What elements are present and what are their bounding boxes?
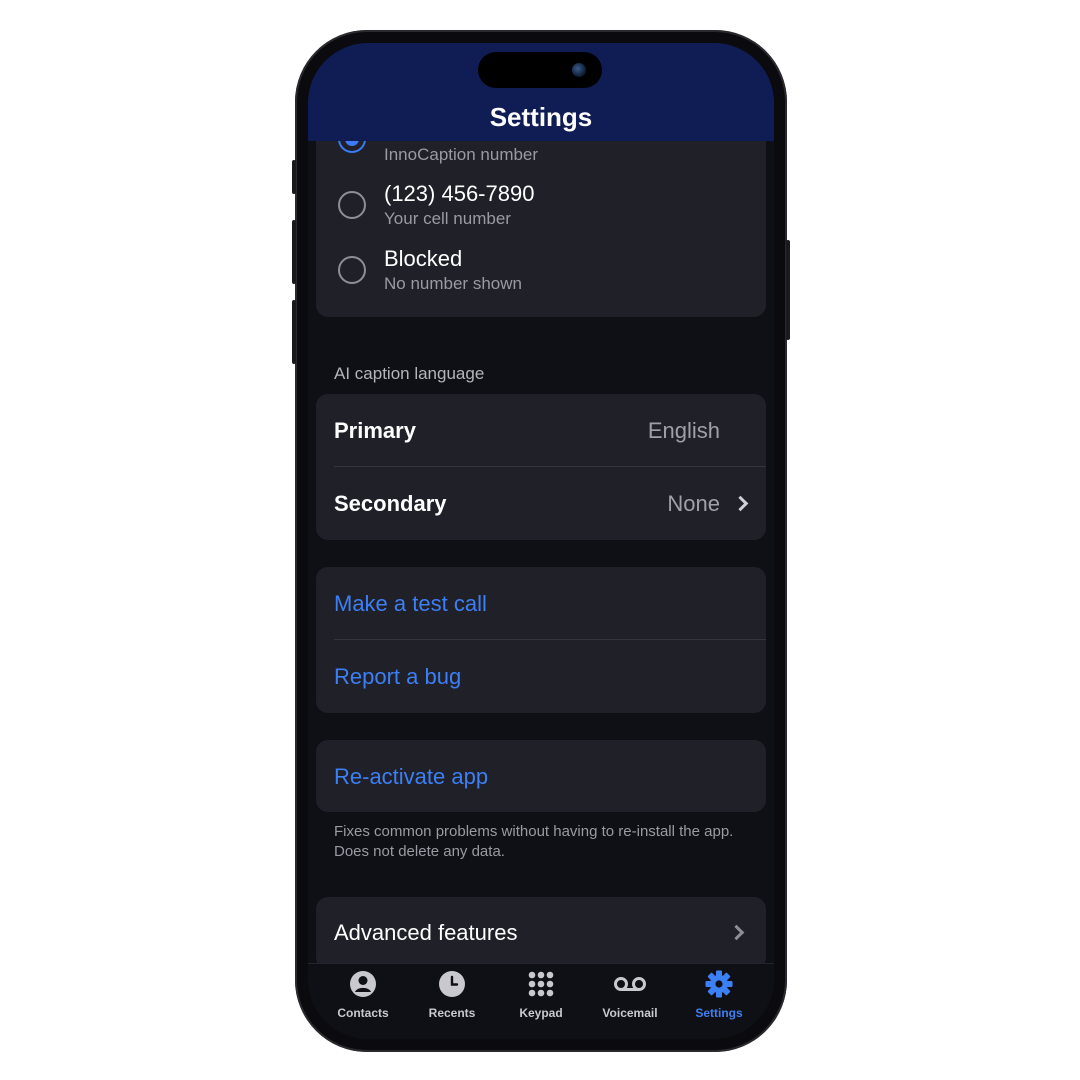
volume-up-button — [292, 220, 296, 284]
secondary-label: Secondary — [334, 491, 447, 516]
reactivate-note: Fixes common problems without having to … — [334, 823, 734, 860]
dynamic-island — [478, 52, 602, 88]
section-label-caption-language: AI caption language — [334, 364, 485, 383]
caller-id-card: InnoCaption number (123) 456-7890 Your c… — [316, 141, 766, 317]
power-button — [786, 240, 790, 340]
tab-label: Contacts — [337, 1006, 389, 1020]
page-title: Settings — [489, 102, 593, 132]
primary-language-row[interactable]: Primary English — [316, 394, 766, 466]
primary-label: Primary — [334, 418, 416, 443]
caption-language-card: Primary English Secondary None — [316, 394, 766, 540]
tab-bar: Contacts Recents Keypad Voicemail Settin… — [308, 963, 774, 1039]
caller-id-option-blocked[interactable]: Blocked No number shown — [316, 240, 766, 304]
caller-id-option-cell[interactable]: (123) 456-7890 Your cell number — [316, 175, 766, 239]
settings-scroll-area[interactable]: InnoCaption number (123) 456-7890 Your c… — [308, 141, 774, 963]
tab-label: Voicemail — [602, 1006, 658, 1020]
keypad-icon — [528, 971, 554, 997]
tab-keypad[interactable]: Keypad — [496, 964, 586, 1039]
advanced-features-row[interactable]: Advanced features — [316, 897, 766, 963]
secondary-value: None — [667, 491, 720, 516]
radio-selected-icon[interactable] — [338, 141, 366, 153]
tab-settings[interactable]: Settings — [674, 964, 764, 1039]
tab-contacts[interactable]: Contacts — [318, 964, 408, 1039]
volume-down-button — [292, 300, 296, 364]
settings-gear-icon — [705, 970, 733, 998]
chevron-right-icon — [728, 924, 745, 941]
chevron-right-icon — [732, 495, 749, 512]
phone-frame: InnoCaption number (123) 456-7890 Your c… — [292, 30, 790, 1052]
camera-icon — [572, 63, 586, 77]
tab-label: Settings — [695, 1006, 743, 1020]
tab-label: Recents — [428, 1006, 476, 1020]
radio-unselected-icon[interactable] — [338, 256, 366, 284]
caller-id-option-main: (123) 456-7890 — [384, 181, 535, 206]
reactivate-card[interactable]: Re-activate app — [316, 740, 766, 812]
secondary-language-row[interactable]: Secondary None — [316, 467, 766, 540]
caller-id-option-sub: No number shown — [384, 274, 522, 293]
caller-id-option-sub: InnoCaption number — [384, 145, 539, 164]
primary-value: English — [647, 418, 720, 443]
caller-id-option-sub: Your cell number — [384, 209, 511, 228]
screen: InnoCaption number (123) 456-7890 Your c… — [308, 43, 774, 1039]
contacts-icon — [350, 971, 376, 997]
test-call-link[interactable]: Make a test call — [334, 591, 487, 617]
test-call-row[interactable]: Make a test call — [316, 567, 766, 639]
recents-clock-icon — [439, 971, 465, 997]
tab-recents[interactable]: Recents — [407, 964, 497, 1039]
caller-id-option-innocaption[interactable]: InnoCaption number — [316, 141, 766, 175]
advanced-features-label: Advanced features — [334, 920, 518, 945]
header-bar: Settings — [308, 43, 774, 141]
action-button — [292, 160, 296, 194]
report-bug-row[interactable]: Report a bug — [316, 640, 766, 713]
radio-unselected-icon[interactable] — [338, 191, 366, 219]
support-actions-card: Make a test call Report a bug — [316, 567, 766, 713]
reactivate-app-link[interactable]: Re-activate app — [334, 764, 488, 790]
tab-voicemail[interactable]: Voicemail — [585, 964, 675, 1039]
tab-label: Keypad — [519, 1006, 563, 1020]
voicemail-icon — [614, 977, 646, 991]
report-bug-link[interactable]: Report a bug — [334, 664, 461, 690]
caller-id-option-main: Blocked — [384, 246, 463, 271]
